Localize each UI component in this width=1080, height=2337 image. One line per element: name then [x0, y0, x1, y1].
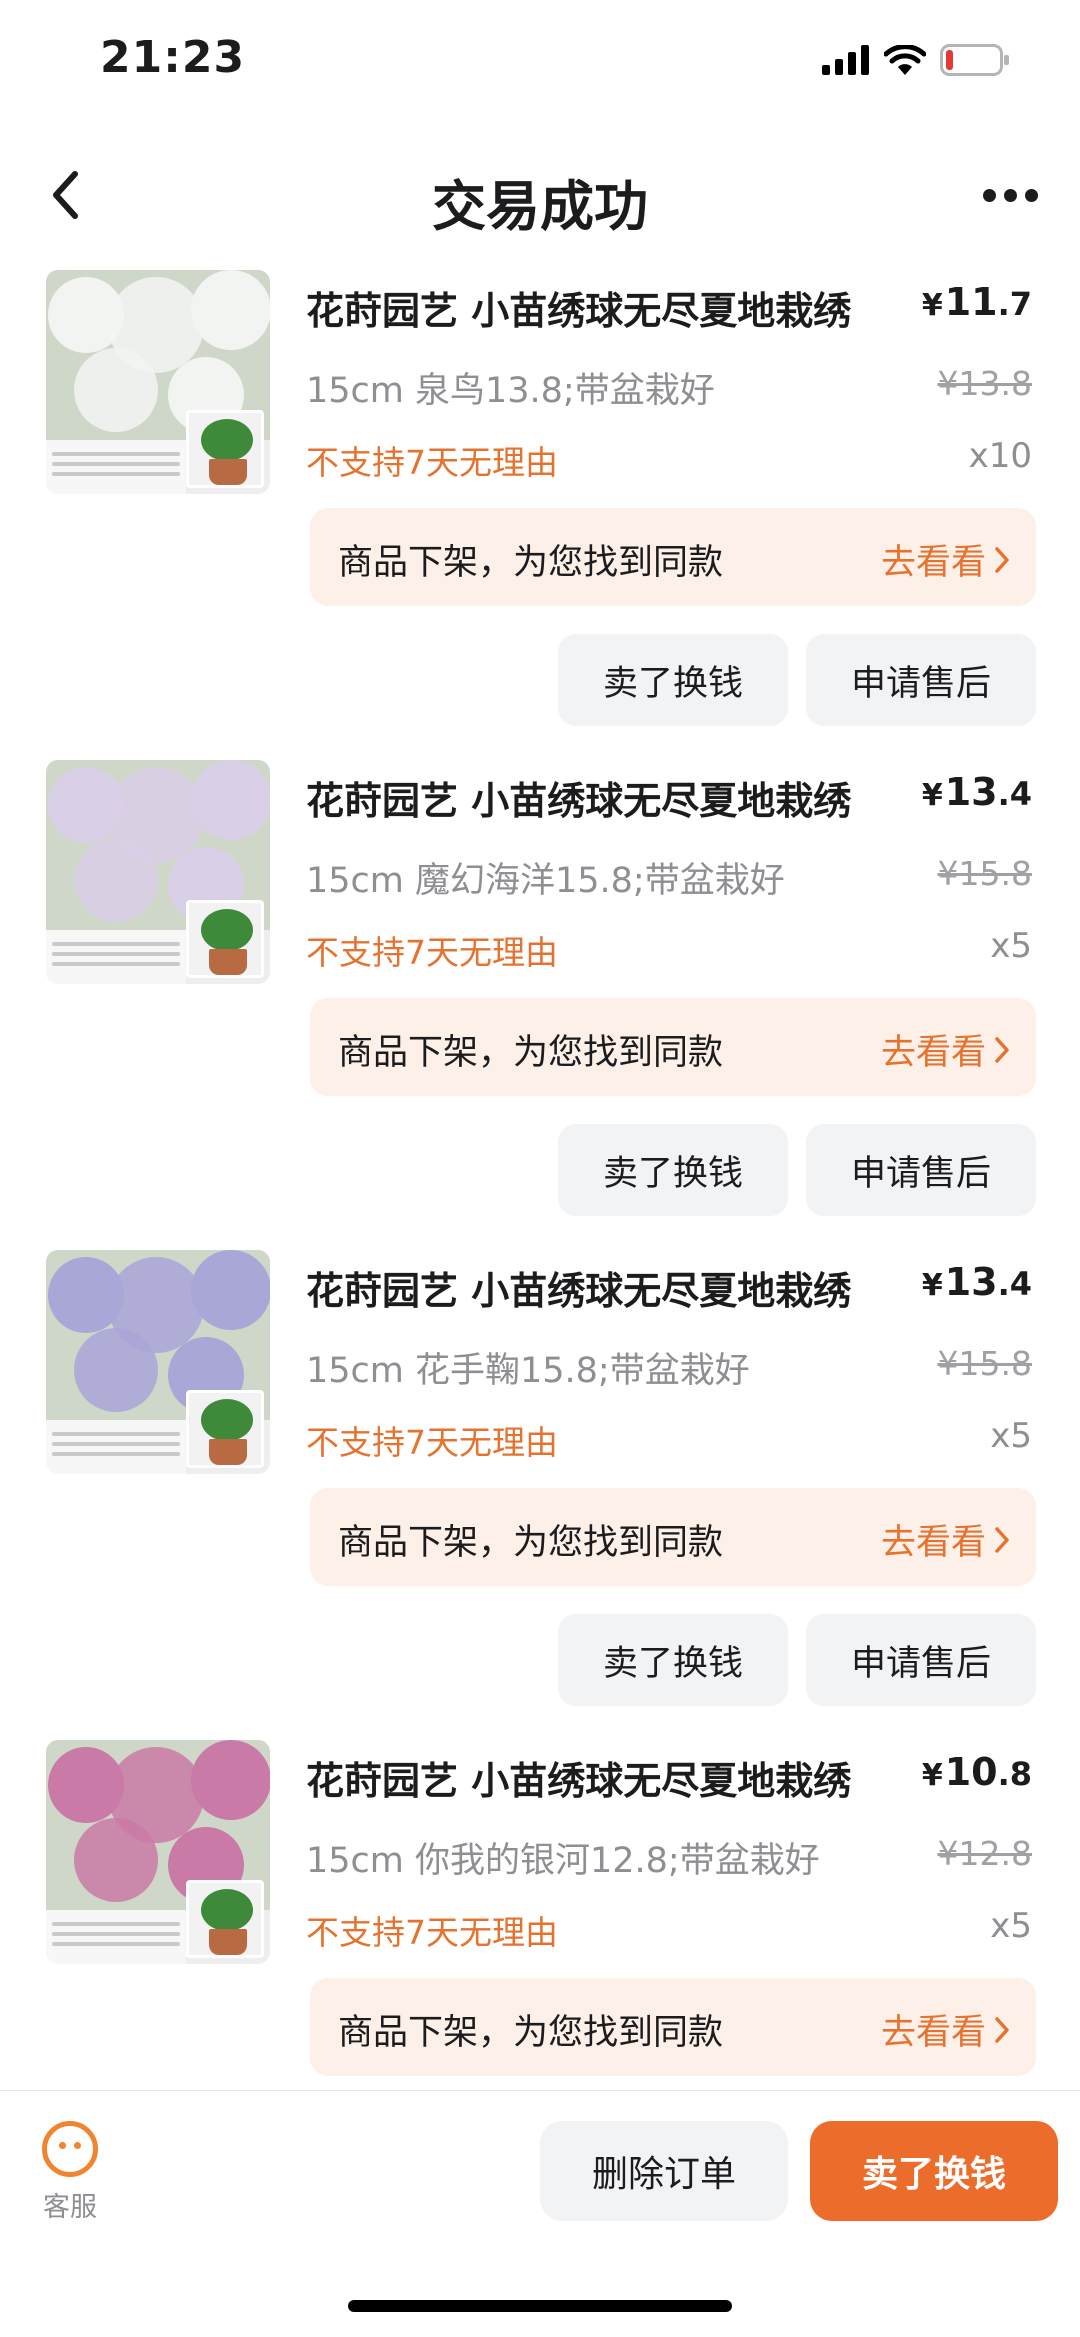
chevron-right-icon: [995, 2016, 1009, 2043]
product-title[interactable]: 花莳园艺 小苗绣球无尽夏地栽绣: [306, 1750, 851, 1805]
home-indicator: [348, 2300, 732, 2312]
potted-plant-inset: [186, 900, 264, 978]
similar-item-banner[interactable]: 商品下架，为您找到同款 去看看: [310, 508, 1036, 606]
similar-item-banner[interactable]: 商品下架，为您找到同款 去看看: [310, 998, 1036, 1096]
image-caption: [46, 930, 186, 984]
potted-plant-inset: [186, 1880, 264, 1958]
image-caption: [46, 1420, 186, 1474]
product-spec: 15cm 魔幻海洋15.8;带盆栽好: [306, 861, 785, 901]
product-thumbnail[interactable]: [46, 270, 270, 494]
return-policy: 不支持7天无理由: [306, 1913, 558, 1952]
customer-service-label: 客服: [43, 2192, 97, 2223]
price-integer: 11: [944, 280, 998, 324]
currency-symbol: ¥: [921, 288, 943, 323]
product-price: ¥11.7: [922, 280, 1032, 324]
view-similar-label: 去看看: [880, 543, 986, 583]
customer-service-icon: [42, 2121, 98, 2177]
order-item[interactable]: 花莳园艺 小苗绣球无尽夏地栽绣 ¥11.7 15cm 泉鸟13.8;带盆栽好 ¥…: [0, 250, 1080, 740]
order-list: 花莳园艺 小苗绣球无尽夏地栽绣 ¥11.7 15cm 泉鸟13.8;带盆栽好 ¥…: [0, 250, 1080, 2090]
apply-after-sale-button[interactable]: 申请售后: [806, 1124, 1036, 1216]
similar-item-banner[interactable]: 商品下架，为您找到同款 去看看: [310, 1488, 1036, 1586]
quantity: x5: [990, 1416, 1032, 1456]
more-dot-icon: [1024, 188, 1038, 202]
return-policy: 不支持7天无理由: [306, 1423, 558, 1462]
view-similar-label: 去看看: [880, 1523, 986, 1563]
original-price: ¥15.8: [937, 854, 1032, 893]
more-dot-icon: [982, 188, 996, 202]
original-price: ¥12.8: [937, 1834, 1032, 1873]
product-title[interactable]: 花莳园艺 小苗绣球无尽夏地栽绣: [306, 1260, 851, 1315]
image-caption: [46, 440, 186, 494]
sell-for-cash-button[interactable]: 卖了换钱: [558, 1614, 788, 1706]
product-thumbnail[interactable]: [46, 1740, 270, 1964]
order-item[interactable]: 花莳园艺 小苗绣球无尽夏地栽绣 ¥13.4 15cm 花手鞠15.8;带盆栽好 …: [0, 1230, 1080, 1720]
price-integer: 13: [944, 770, 998, 814]
price-integer: 10: [944, 1750, 998, 1794]
more-button[interactable]: [970, 160, 1050, 230]
currency-symbol: ¥: [921, 778, 943, 813]
potted-plant-inset: [186, 410, 264, 488]
product-price: ¥10.8: [922, 1750, 1032, 1794]
view-similar-link[interactable]: 去看看: [881, 1024, 1010, 1075]
price-decimal: .8: [997, 1755, 1032, 1793]
price-integer: 13: [944, 1260, 998, 1304]
product-spec: 15cm 泉鸟13.8;带盆栽好: [306, 371, 715, 411]
product-spec: 15cm 花手鞠15.8;带盆栽好: [306, 1351, 750, 1391]
sell-for-cash-button[interactable]: 卖了换钱: [810, 2121, 1058, 2221]
original-price: ¥13.8: [937, 364, 1032, 403]
original-price: ¥15.8: [937, 1344, 1032, 1383]
nav-bar: 交易成功: [0, 140, 1080, 250]
status-bar: 21:23: [0, 0, 1080, 120]
customer-service-button[interactable]: 客服: [36, 2121, 104, 2224]
sell-for-cash-button[interactable]: 卖了换钱: [558, 634, 788, 726]
more-dot-icon: [1003, 188, 1017, 202]
order-item[interactable]: 花莳园艺 小苗绣球无尽夏地栽绣 ¥13.4 15cm 魔幻海洋15.8;带盆栽好…: [0, 740, 1080, 1230]
apply-after-sale-button[interactable]: 申请售后: [806, 1614, 1036, 1706]
product-price: ¥13.4: [922, 1260, 1032, 1304]
chevron-right-icon: [995, 1036, 1009, 1063]
chevron-right-icon: [995, 1526, 1009, 1553]
price-decimal: .4: [997, 1265, 1032, 1303]
return-policy: 不支持7天无理由: [306, 443, 558, 482]
status-time: 21:23: [100, 32, 246, 83]
currency-symbol: ¥: [921, 1268, 943, 1303]
potted-plant-inset: [186, 1390, 264, 1468]
view-similar-link[interactable]: 去看看: [881, 2004, 1010, 2055]
similar-item-text: 商品下架，为您找到同款: [338, 1523, 724, 1563]
view-similar-label: 去看看: [880, 1033, 986, 1073]
battery-icon: [940, 44, 1009, 76]
similar-item-text: 商品下架，为您找到同款: [338, 1033, 724, 1073]
quantity: x5: [990, 926, 1032, 966]
product-title[interactable]: 花莳园艺 小苗绣球无尽夏地栽绣: [306, 280, 851, 335]
product-spec: 15cm 你我的银河12.8;带盆栽好: [306, 1841, 820, 1881]
view-similar-label: 去看看: [880, 2013, 986, 2053]
page-title: 交易成功: [432, 175, 648, 238]
order-item[interactable]: 花莳园艺 小苗绣球无尽夏地栽绣 ¥10.8 15cm 你我的银河12.8;带盆栽…: [0, 1720, 1080, 2090]
status-icons: [822, 44, 1010, 76]
chevron-right-icon: [995, 546, 1009, 573]
quantity: x5: [990, 1906, 1032, 1946]
view-similar-link[interactable]: 去看看: [881, 1514, 1010, 1565]
similar-item-banner[interactable]: 商品下架，为您找到同款 去看看: [310, 1978, 1036, 2076]
product-title[interactable]: 花莳园艺 小苗绣球无尽夏地栽绣: [306, 770, 851, 825]
wifi-icon: [884, 45, 926, 75]
apply-after-sale-button[interactable]: 申请售后: [806, 634, 1036, 726]
signal-icon: [822, 45, 869, 75]
product-price: ¥13.4: [922, 770, 1032, 814]
price-decimal: .4: [997, 775, 1032, 813]
quantity: x10: [968, 436, 1032, 476]
image-caption: [46, 1910, 186, 1964]
return-policy: 不支持7天无理由: [306, 933, 558, 972]
delete-order-button[interactable]: 删除订单: [540, 2121, 788, 2221]
product-thumbnail[interactable]: [46, 1250, 270, 1474]
similar-item-text: 商品下架，为您找到同款: [338, 543, 724, 583]
similar-item-text: 商品下架，为您找到同款: [338, 2013, 724, 2053]
view-similar-link[interactable]: 去看看: [881, 534, 1010, 585]
price-decimal: .7: [997, 285, 1032, 323]
currency-symbol: ¥: [921, 1758, 943, 1793]
sell-for-cash-button[interactable]: 卖了换钱: [558, 1124, 788, 1216]
product-thumbnail[interactable]: [46, 760, 270, 984]
